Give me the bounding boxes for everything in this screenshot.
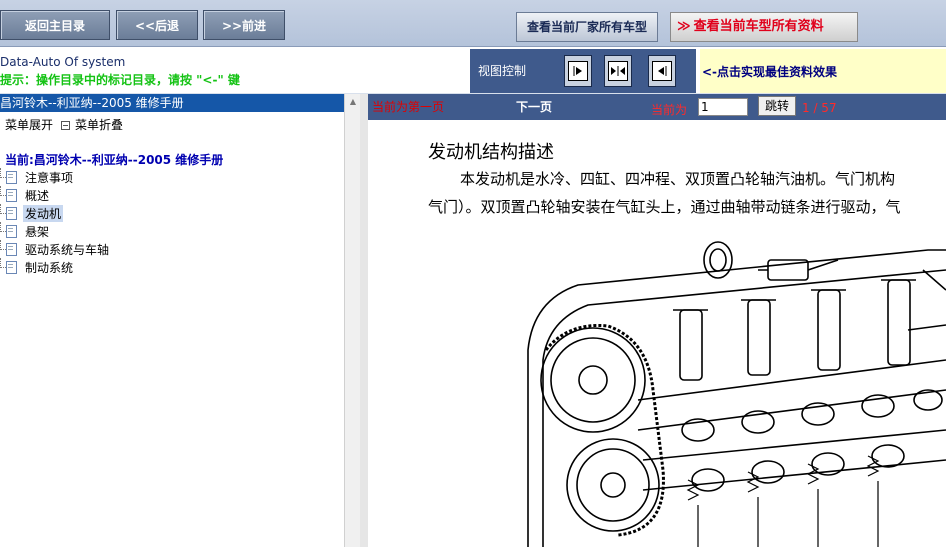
split-arrows-icon bbox=[608, 61, 628, 81]
menu-expand[interactable]: 菜单展开 bbox=[5, 118, 53, 132]
sidebar: 昌河铃木--利亚纳--2005 维修手册 菜单展开 菜单折叠 当前:昌河铃木--利… bbox=[0, 94, 344, 547]
page-icon bbox=[6, 260, 17, 274]
view-expand-button[interactable] bbox=[564, 55, 592, 87]
tree: 注意事项 概述 发动机 悬架 驱动系统与车轴 制动系统 bbox=[0, 168, 111, 276]
next-page-button[interactable]: 下一页 bbox=[516, 98, 552, 115]
top-toolbar: 返回主目录 <<后退 >>前进 查看当前厂家所有车型 ≫ 查看当前车型所有资料 bbox=[0, 0, 946, 47]
back-button[interactable]: <<后退 bbox=[116, 10, 198, 40]
document-title: 发动机结构描述 bbox=[428, 142, 554, 163]
view-control-panel: 视图控制 bbox=[470, 49, 696, 93]
forward-button[interactable]: >>前进 bbox=[203, 10, 285, 40]
model-data-label: 查看当前车型所有资料 bbox=[693, 19, 824, 34]
tree-item-label: 注意事项 bbox=[25, 170, 74, 185]
tree-item-engine[interactable]: 发动机 bbox=[0, 204, 111, 222]
sidebar-scrollbar[interactable]: ▲ bbox=[344, 94, 361, 547]
tree-item-overview[interactable]: 概述 bbox=[0, 186, 111, 204]
tree-item-label: 驱动系统与车轴 bbox=[25, 242, 110, 257]
page-input[interactable] bbox=[698, 98, 748, 116]
document-nav: 当前为第一页 下一页 当前为 跳转 1 / 57 bbox=[368, 94, 946, 120]
brand-label: Data-Auto Of system bbox=[0, 55, 126, 69]
scroll-up-icon[interactable]: ▲ bbox=[347, 96, 359, 108]
panel-divider[interactable] bbox=[360, 94, 368, 547]
document-view: 发动机结构描述 本发动机是水冷、四缸、四冲程、双顶置凸轮轴汽油机。气门机构 气门… bbox=[368, 120, 946, 547]
current-page-label: 当前为 bbox=[651, 103, 688, 117]
page-icon bbox=[6, 206, 17, 220]
page-icon bbox=[6, 188, 17, 202]
jump-button[interactable]: 跳转 bbox=[758, 96, 796, 116]
view-control-label: 视图控制 bbox=[478, 64, 527, 78]
page-icon bbox=[6, 170, 17, 184]
tree-item-notes[interactable]: 注意事项 bbox=[0, 168, 111, 186]
tree-item-label: 悬架 bbox=[25, 224, 50, 239]
page-count: 1 / 57 bbox=[802, 101, 837, 115]
view-split-button[interactable] bbox=[604, 55, 632, 87]
prev-page-label: 当前为第一页 bbox=[372, 100, 445, 114]
hint-text: 提示：操作目录中的标记目录，请按 "<-" 键 bbox=[0, 73, 240, 87]
arrow-left-icon bbox=[652, 61, 672, 81]
best-view-hint: <-点击实现最佳资料效果 bbox=[702, 65, 838, 79]
model-data-button[interactable]: ≫ 查看当前车型所有资料 bbox=[670, 12, 858, 42]
current-book-label: 当前:昌河铃木--利亚纳--2005 维修手册 bbox=[5, 153, 224, 167]
tree-item-drivetrain[interactable]: 驱动系统与车轴 bbox=[0, 240, 111, 258]
double-chevron-right-icon: ≫ bbox=[677, 19, 691, 34]
best-view-hint-box: <-点击实现最佳资料效果 bbox=[700, 49, 946, 93]
arrow-right-icon bbox=[568, 61, 588, 81]
view-collapse-button[interactable] bbox=[648, 55, 676, 87]
tree-item-label: 制动系统 bbox=[25, 260, 74, 275]
engine-diagram bbox=[527, 241, 946, 547]
menu-ops: 菜单展开 菜单折叠 bbox=[5, 116, 123, 133]
tree-item-brakes[interactable]: 制动系统 bbox=[0, 258, 111, 276]
home-button[interactable]: 返回主目录 bbox=[0, 10, 110, 40]
document-paragraph: 本发动机是水冷、四缸、四冲程、双顶置凸轮轴汽油机。气门机构 bbox=[460, 170, 896, 188]
collapse-box-icon bbox=[61, 120, 71, 130]
page-icon bbox=[6, 224, 17, 238]
document-paragraph: 气门）。双顶置凸轮轴安装在气缸头上，通过曲轴带动链条进行驱动，气 bbox=[428, 198, 901, 216]
book-title[interactable]: 昌河铃木--利亚纳--2005 维修手册 bbox=[0, 94, 344, 112]
tree-item-label: 发动机 bbox=[23, 204, 64, 222]
menu-collapse[interactable]: 菜单折叠 bbox=[75, 118, 123, 132]
tree-item-label: 概述 bbox=[25, 188, 50, 203]
tree-item-suspension[interactable]: 悬架 bbox=[0, 222, 111, 240]
vendor-models-button[interactable]: 查看当前厂家所有车型 bbox=[516, 12, 658, 42]
page-icon bbox=[6, 242, 17, 256]
info-bar: Data-Auto Of system 提示：操作目录中的标记目录，请按 "<-… bbox=[0, 47, 946, 93]
